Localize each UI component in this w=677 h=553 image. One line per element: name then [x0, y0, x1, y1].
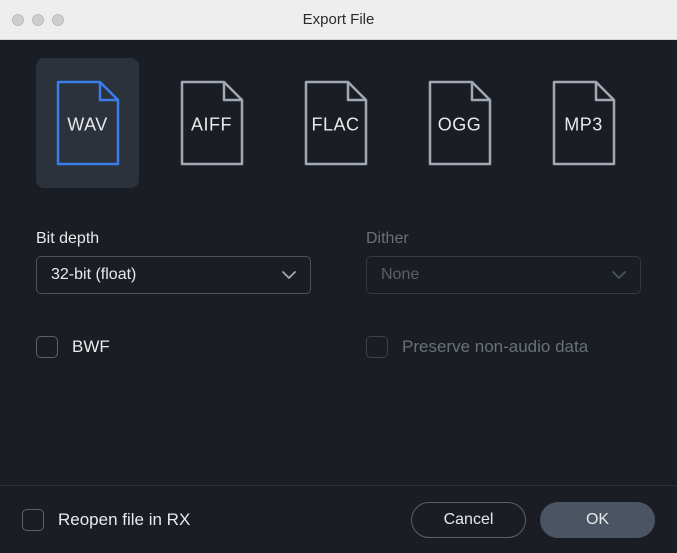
- cancel-button[interactable]: Cancel: [411, 502, 526, 538]
- close-dot-icon[interactable]: [12, 14, 24, 26]
- zoom-dot-icon[interactable]: [52, 14, 64, 26]
- window-controls: [12, 14, 64, 26]
- dither-group: Dither None: [366, 230, 641, 294]
- format-label: FLAC: [311, 115, 359, 136]
- minimize-dot-icon[interactable]: [32, 14, 44, 26]
- titlebar: Export File: [0, 0, 677, 40]
- checkbox-row: BWF Preserve non-audio data: [36, 336, 641, 358]
- bwf-checkbox[interactable]: [36, 336, 58, 358]
- file-icon: MP3: [550, 78, 618, 168]
- chevron-down-icon: [612, 270, 626, 280]
- dialog-footer: Reopen file in RX Cancel OK: [0, 485, 677, 553]
- window-title: Export File: [0, 11, 677, 28]
- format-label: MP3: [564, 115, 603, 136]
- preserve-checkbox: [366, 336, 388, 358]
- format-tile-wav[interactable]: WAV: [36, 58, 139, 188]
- reopen-label[interactable]: Reopen file in RX: [58, 510, 190, 530]
- bwf-label[interactable]: BWF: [72, 337, 110, 357]
- dither-value: None: [381, 266, 419, 284]
- chevron-down-icon: [282, 270, 296, 280]
- dialog-content: WAV AIFF FLAC OGG MP3 Bit depth 32-bit (…: [0, 40, 677, 483]
- ok-button[interactable]: OK: [540, 502, 655, 538]
- format-label: OGG: [438, 115, 482, 136]
- bwf-group: BWF: [36, 336, 311, 358]
- format-tile-flac[interactable]: FLAC: [284, 58, 387, 188]
- footer-buttons: Cancel OK: [411, 502, 655, 538]
- bit-depth-select[interactable]: 32-bit (float): [36, 256, 311, 294]
- format-tile-ogg[interactable]: OGG: [408, 58, 511, 188]
- format-tile-mp3[interactable]: MP3: [532, 58, 635, 188]
- bit-depth-value: 32-bit (float): [51, 266, 136, 284]
- file-icon: WAV: [54, 78, 122, 168]
- format-tile-aiff[interactable]: AIFF: [160, 58, 263, 188]
- reopen-checkbox[interactable]: [22, 509, 44, 531]
- format-label: AIFF: [191, 115, 232, 136]
- settings-row: Bit depth 32-bit (float) Dither None: [36, 230, 641, 294]
- preserve-group: Preserve non-audio data: [366, 336, 641, 358]
- format-label: WAV: [67, 115, 108, 136]
- format-row: WAV AIFF FLAC OGG MP3: [36, 58, 641, 188]
- dither-select: None: [366, 256, 641, 294]
- reopen-group: Reopen file in RX: [22, 509, 190, 531]
- bit-depth-label: Bit depth: [36, 230, 311, 248]
- file-icon: AIFF: [178, 78, 246, 168]
- dither-label: Dither: [366, 230, 641, 248]
- bit-depth-group: Bit depth 32-bit (float): [36, 230, 311, 294]
- file-icon: OGG: [426, 78, 494, 168]
- preserve-label: Preserve non-audio data: [402, 337, 588, 357]
- file-icon: FLAC: [302, 78, 370, 168]
